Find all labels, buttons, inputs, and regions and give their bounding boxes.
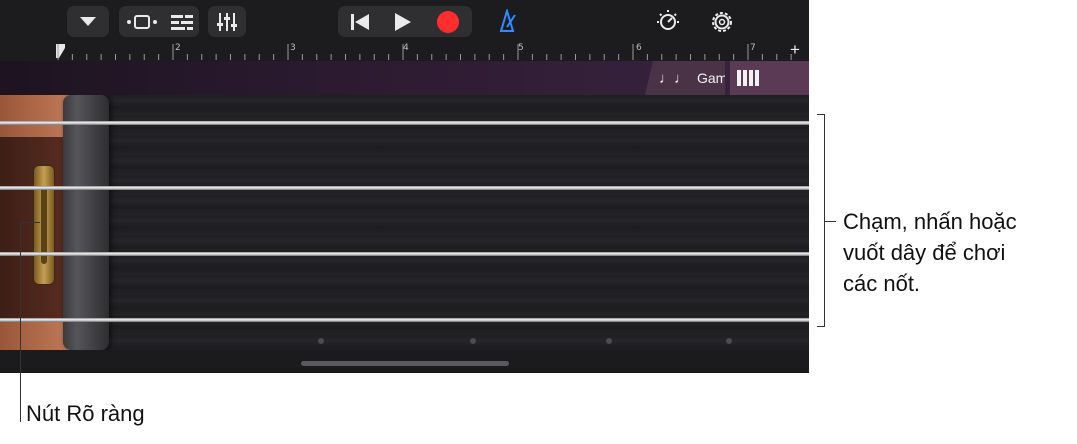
browser-menu-button[interactable] (67, 6, 109, 37)
view-toggle-group (119, 6, 199, 37)
timeline-ruler[interactable]: 2 3 4 5 6 7 + (0, 40, 809, 62)
ruler-label: 5 (518, 43, 524, 53)
ruler-label: 4 (403, 43, 409, 53)
fret-marker (470, 338, 476, 344)
mixer-button[interactable] (208, 6, 246, 37)
settings-button[interactable] (709, 9, 735, 40)
callout-leader (20, 222, 21, 422)
gear-icon (712, 12, 732, 32)
metronome-icon (499, 7, 516, 32)
strings-callout-line: vuốt dây để chơi (843, 240, 1006, 265)
ruler-label: 6 (636, 43, 642, 53)
sliders-icon (217, 12, 237, 31)
transport-controls (338, 6, 472, 37)
play-button[interactable] (394, 12, 412, 32)
fret-marker (318, 338, 324, 344)
smart-controls-icon (170, 14, 193, 30)
fingerboard (106, 95, 809, 350)
go-to-beginning-button[interactable] (350, 13, 370, 31)
callout-leader (20, 222, 40, 223)
clear-button-callout: Nút Rõ ràng (26, 401, 145, 426)
string-3[interactable] (0, 252, 809, 256)
toolbar (0, 0, 809, 42)
callout-bracket-bottom (817, 326, 825, 327)
smart-controls-button[interactable] (170, 14, 193, 30)
instrument-header: ♩♩ Gam (0, 61, 809, 95)
play-icon (395, 12, 411, 31)
fret-marker (726, 338, 732, 344)
ruler-label: 7 (750, 43, 756, 53)
keyboard-keys-icon (737, 70, 759, 86)
strings-callout-line: các nốt. (843, 271, 921, 296)
callout-leader (824, 221, 836, 222)
triangle-down-icon (80, 16, 96, 26)
home-indicator[interactable] (301, 361, 509, 366)
string-1[interactable] (0, 121, 809, 125)
wood-trim (0, 318, 70, 350)
string-4[interactable] (0, 318, 809, 322)
notes-view-button[interactable] (730, 61, 809, 95)
record-icon (437, 10, 459, 33)
tracks-view-icon (126, 14, 157, 29)
record-button[interactable] (436, 10, 460, 34)
scale-label: Gam (697, 70, 728, 86)
fret-marker (606, 338, 612, 344)
music-notes-icon: ♩♩ (659, 69, 689, 87)
wood-trim (0, 95, 70, 137)
scale-button[interactable]: ♩♩ Gam (645, 61, 725, 95)
metronome-button[interactable] (495, 7, 519, 38)
ruler-label: 2 (175, 43, 181, 53)
skip-back-icon (351, 13, 369, 30)
instrument-nut (63, 95, 109, 350)
clear-button[interactable] (33, 165, 55, 285)
add-section-button[interactable]: + (790, 40, 800, 60)
instrument-neck[interactable] (0, 95, 809, 350)
ruler-label: 3 (290, 43, 296, 53)
strings-callout-line: Chạm, nhấn hoặc (843, 209, 1017, 234)
master-effects-button[interactable] (655, 9, 681, 38)
track-view-button[interactable] (126, 14, 158, 30)
strings-callout: Chạm, nhấn hoặc vuốt dây để chơi các nốt… (843, 206, 1017, 299)
string-2[interactable] (0, 186, 809, 190)
garageband-app: 2 3 4 5 6 7 + ♩♩ Gam (0, 0, 809, 373)
dial-icon (657, 10, 679, 30)
